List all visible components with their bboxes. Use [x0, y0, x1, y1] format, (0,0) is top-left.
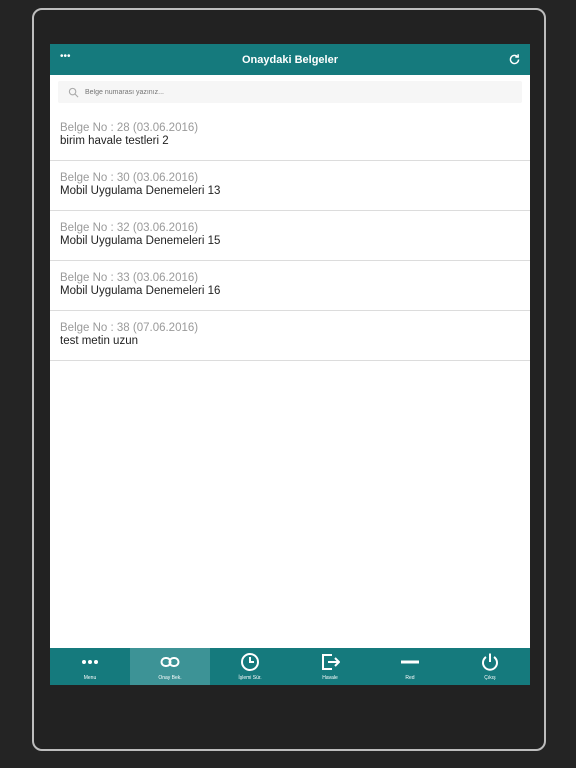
tab-label: Menu	[83, 675, 97, 681]
list-item[interactable]: Belge No : 32 (03.06.2016) Mobil Uygulam…	[50, 211, 530, 261]
tab-red[interactable]: Red	[370, 648, 450, 685]
document-meta: Belge No : 30 (03.06.2016)	[60, 172, 199, 184]
tab-cikis[interactable]: Çıkış	[450, 648, 530, 685]
document-name: Mobil Uygulama Denemeleri 16	[60, 285, 221, 297]
list-item[interactable]: Belge No : 38 (07.06.2016) test metin uz…	[50, 311, 530, 361]
list-item[interactable]: Belge No : 33 (03.06.2016) Mobil Uygulam…	[50, 261, 530, 311]
document-meta: Belge No : 38 (07.06.2016)	[60, 322, 199, 334]
link-icon	[160, 657, 180, 667]
app-screen: ••• Onaydaki Belgeler Belge No : 28 (03.…	[50, 44, 530, 685]
tab-label: Red	[405, 675, 415, 681]
tab-islemi-sur[interactable]: İşlemi Sür.	[210, 648, 290, 685]
document-name: birim havale testleri 2	[60, 135, 169, 147]
ellipsis-icon[interactable]: •••	[60, 52, 71, 62]
forward-icon	[322, 654, 340, 670]
tab-label: İşlemi Sür.	[238, 675, 262, 681]
document-list: Belge No : 28 (03.06.2016) birim havale …	[50, 111, 530, 361]
search-box[interactable]	[58, 81, 522, 103]
document-name: Mobil Uygulama Denemeleri 15	[60, 235, 221, 247]
document-name: Mobil Uygulama Denemeleri 13	[60, 185, 221, 197]
document-meta: Belge No : 28 (03.06.2016)	[60, 122, 199, 134]
minus-icon	[401, 660, 419, 664]
search-input[interactable]	[85, 88, 385, 96]
document-meta: Belge No : 33 (03.06.2016)	[60, 272, 199, 284]
refresh-icon[interactable]	[508, 53, 521, 66]
document-meta: Belge No : 32 (03.06.2016)	[60, 222, 199, 234]
more-dots-icon	[82, 660, 98, 664]
search-icon	[68, 87, 79, 97]
power-icon	[482, 653, 498, 671]
list-item[interactable]: Belge No : 28 (03.06.2016) birim havale …	[50, 111, 530, 161]
bottom-tab-bar: Menu Onay Bek. İşlemi Sür. Havale Red Çı…	[50, 648, 530, 685]
clock-icon	[241, 653, 259, 671]
document-name: test metin uzun	[60, 335, 138, 347]
tab-menu[interactable]: Menu	[50, 648, 130, 685]
tab-onay-bek[interactable]: Onay Bek.	[130, 648, 210, 685]
top-bar: ••• Onaydaki Belgeler	[50, 44, 530, 75]
search-bar	[50, 75, 530, 106]
tab-label: Onay Bek.	[158, 675, 182, 681]
tab-havale[interactable]: Havale	[290, 648, 370, 685]
list-item[interactable]: Belge No : 30 (03.06.2016) Mobil Uygulam…	[50, 161, 530, 211]
tab-label: Havale	[322, 675, 338, 681]
tab-label: Çıkış	[484, 675, 496, 681]
page-title: Onaydaki Belgeler	[242, 53, 338, 66]
